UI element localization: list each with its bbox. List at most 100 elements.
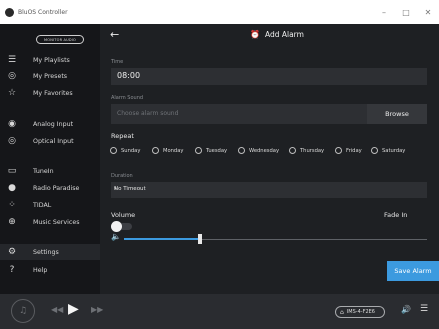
sidebar-item-music-services[interactable]: ⊕ Music Services [0,214,100,230]
slider-thumb[interactable] [198,234,202,244]
play-icon[interactable]: ▶ [68,301,79,317]
device-name: IMS-4-F2E6 [346,309,375,315]
repeat-day-sunday[interactable]: Sunday [110,147,140,154]
sidebar-item-label: TIDAL [33,201,52,209]
alarm-sound-placeholder: Choose alarm sound [117,110,179,117]
duration-select[interactable]: No Timeout ▾ [111,182,427,198]
sidebar-item-label: My Favorites [33,89,73,97]
radio-button[interactable] [152,147,159,154]
sidebar-item-tunein[interactable]: ▭ TuneIn [0,163,100,179]
sidebar-item-label: My Presets [33,72,68,80]
page-title-text: Add Alarm [264,30,304,39]
day-label: Wednesday [249,147,280,154]
tidal-icon: ⁘ [8,200,16,210]
brand-logo-text: MONITOR AUDIO [44,37,76,42]
alarm-clock-icon: ⏰ [250,30,260,39]
preset-icon: ◎ [8,71,16,81]
sidebar-item-help[interactable]: ? Help [0,262,100,278]
music-note-icon: ♫ [18,306,28,316]
chevron-down-icon: ▾ [114,186,117,192]
minimize-button[interactable]: – [373,0,395,24]
repeat-day-saturday[interactable]: Saturday [371,147,405,154]
time-value: 08:00 [117,71,141,80]
speaker-icon: 🔈 [111,232,121,241]
back-arrow-icon[interactable]: ← [110,28,119,41]
time-label: Time [111,59,124,65]
optical-input-icon: ◎ [8,136,16,146]
day-label: Saturday [382,147,406,154]
sidebar-item-analog-input[interactable]: ◉ Analog Input [0,116,100,132]
sidebar-item-my-favorites[interactable]: ☆ My Favorites [0,85,100,101]
day-label: Monday [163,147,184,154]
repeat-day-monday[interactable]: Monday [152,147,183,154]
radio-button[interactable] [238,147,245,154]
volume-icon[interactable]: 🔊 [401,305,411,314]
save-alarm-button[interactable]: Save Alarm [387,261,439,281]
star-icon: ☆ [7,88,17,98]
duration-label: Duration [111,173,133,179]
repeat-days: Sunday Monday Tuesday Wednesday Thursday… [110,147,430,157]
window-title-bar: BluOS Controller – □ ✕ [0,0,439,24]
sidebar-item-label: TuneIn [33,167,54,175]
settings-gear-icon: ⚙ [7,247,17,257]
window-controls: – □ ✕ [373,0,439,24]
repeat-day-tuesday[interactable]: Tuesday [195,147,227,154]
sidebar-item-label: Analog Input [33,120,74,128]
sidebar-item-tidal[interactable]: ⁘ TIDAL [0,197,100,213]
sidebar-item-my-presets[interactable]: ◎ My Presets [0,68,100,84]
radio-button[interactable] [335,147,342,154]
previous-track-icon[interactable]: ◀◀ [51,305,63,314]
player-bar: ♫ ◀◀ ▶ ▶▶ ⌂ IMS-4-F2E6 🔊 ☰ [0,294,439,329]
radio-button[interactable] [371,147,378,154]
volume-label: Volume [111,211,136,219]
sidebar-item-label: My Playlists [33,56,70,64]
radio-paradise-icon: ● [8,183,16,193]
slider-fill [124,238,200,240]
toggle-knob [111,221,122,232]
device-selector[interactable]: ⌂ IMS-4-F2E6 [335,306,385,318]
sidebar-item-label: Help [33,266,48,274]
page-title: ⏰ Add Alarm [250,30,304,39]
add-alarm-panel: ← ⏰ Add Alarm Time 08:00 Alarm Sound Cho… [100,24,439,294]
day-label: Thursday [300,147,325,154]
fade-in-toggle[interactable] [111,221,132,232]
radio-button[interactable] [195,147,202,154]
album-art[interactable]: ♫ [11,299,35,323]
sidebar-item-label: Optical Input [33,137,74,145]
day-label: Friday [346,147,362,154]
radio-button[interactable] [289,147,296,154]
brand-logo[interactable]: MONITOR AUDIO [36,35,84,44]
time-input[interactable]: 08:00 [111,68,427,85]
tunein-icon: ▭ [7,166,17,176]
repeat-day-wednesday[interactable]: Wednesday [238,147,279,154]
sidebar-item-label: Settings [33,248,59,256]
volume-slider[interactable] [124,234,427,244]
queue-icon[interactable]: ☰ [420,304,428,314]
repeat-day-thursday[interactable]: Thursday [289,147,324,154]
sidebar-item-label: Radio Paradise [33,184,80,192]
alarm-sound-input[interactable]: Choose alarm sound [111,104,367,124]
home-icon: ⌂ [340,308,344,316]
app-icon [5,7,14,17]
sidebar-item-my-playlists[interactable]: ☰ My Playlists [0,52,100,68]
day-label: Tuesday [206,147,228,154]
sidebar-item-optical-input[interactable]: ◎ Optical Input [0,133,100,149]
fade-in-label: Fade In [384,211,408,219]
sidebar-item-label: Music Services [33,218,80,226]
repeat-day-friday[interactable]: Friday [335,147,362,154]
window-title: BluOS Controller [18,8,68,16]
sidebar: MONITOR AUDIO ☰ My Playlists ◎ My Preset… [0,24,100,294]
radio-button[interactable] [110,147,117,154]
sidebar-item-settings[interactable]: ⚙ Settings [0,244,100,260]
help-icon: ? [9,265,15,275]
playlist-icon: ☰ [7,55,17,65]
next-track-icon[interactable]: ▶▶ [91,305,103,314]
day-label: Sunday [121,147,141,154]
music-services-icon: ⊕ [8,217,16,227]
repeat-label: Repeat [111,132,134,140]
browse-button[interactable]: Browse [367,104,427,124]
close-button[interactable]: ✕ [417,0,439,24]
analog-input-icon: ◉ [8,119,16,129]
sidebar-item-radio-paradise[interactable]: ● Radio Paradise [0,180,100,196]
maximize-button[interactable]: □ [395,0,417,24]
